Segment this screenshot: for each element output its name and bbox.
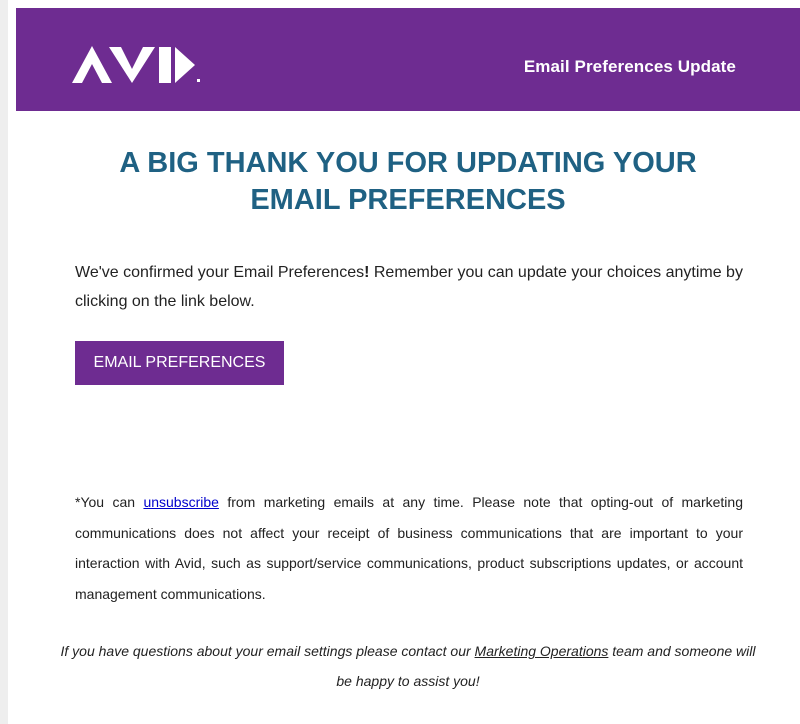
marketing-operations-link[interactable]: Marketing Operations xyxy=(475,643,609,659)
avid-logo xyxy=(72,46,200,83)
headline-line-2: EMAIL PREFERENCES xyxy=(250,184,566,216)
email-preferences-button[interactable]: EMAIL PREFERENCES xyxy=(75,341,284,385)
header-title: Email Preferences Update xyxy=(523,57,736,76)
page-headline: A BIG THANK YOU FOR UPDATING YOUR EMAIL … xyxy=(40,145,776,219)
contact-note: If you have questions about your email s… xyxy=(60,636,756,696)
disclaimer-text-end: from marketing emails at any time. Pleas… xyxy=(75,494,743,602)
unsubscribe-link[interactable]: unsubscribe xyxy=(143,494,219,510)
intro-text: We've confirmed your Email Preferences! … xyxy=(75,258,755,316)
disclaimer-text-start: *You can xyxy=(75,494,144,510)
page-left-gutter xyxy=(0,0,8,724)
intro-text-part-1: We've confirmed your Email Preferences xyxy=(75,264,365,281)
unsubscribe-disclaimer: *You can unsubscribe from marketing emai… xyxy=(75,487,743,609)
headline-line-1: A BIG THANK YOU FOR UPDATING YOUR xyxy=(119,147,697,179)
contact-text-start: If you have questions about your email s… xyxy=(60,643,475,659)
email-header: Email Preferences Update xyxy=(16,8,800,111)
